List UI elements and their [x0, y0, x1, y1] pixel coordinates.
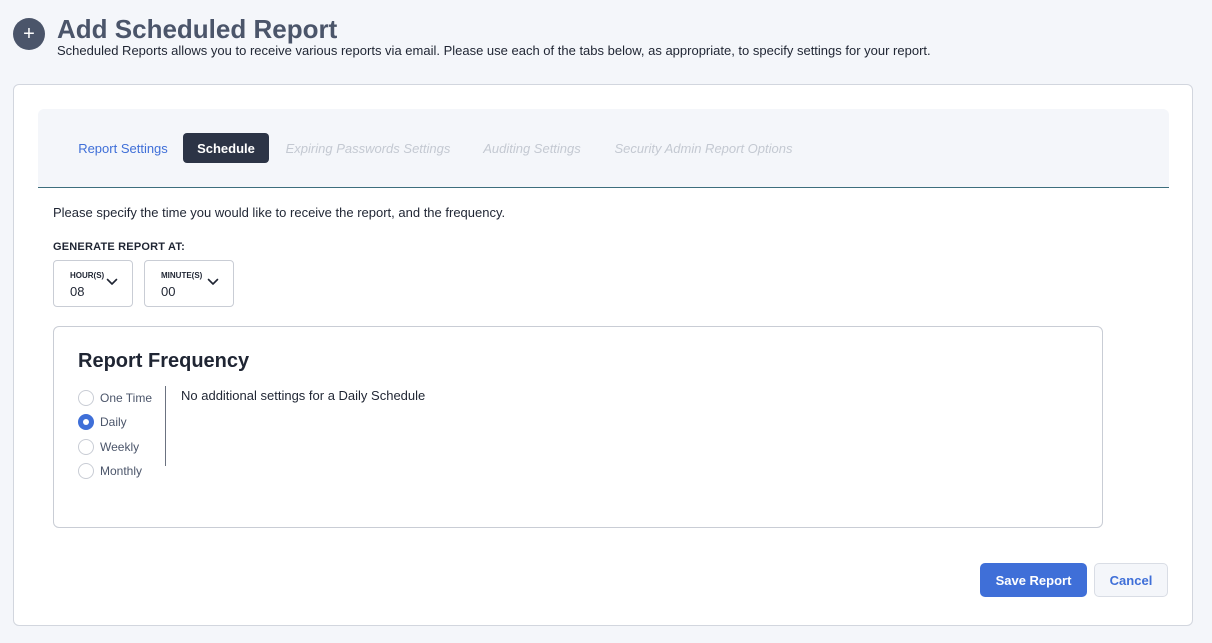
page-header: + Add Scheduled Report Scheduled Reports… — [13, 14, 1193, 64]
minute-select-value: 00 — [161, 284, 176, 299]
chevron-down-icon — [207, 278, 219, 285]
minute-select[interactable]: MINUTE(S) 00 — [144, 260, 234, 307]
frequency-note: No additional settings for a Daily Sched… — [181, 388, 426, 403]
hour-select-value: 08 — [70, 284, 85, 299]
hour-select-label: HOUR(S) — [70, 271, 105, 280]
page-title: Add Scheduled Report — [57, 14, 338, 44]
frequency-divider — [165, 386, 166, 466]
generate-report-label: GENERATE REPORT AT: — [53, 241, 185, 253]
tab-auditing-settings: Auditing Settings — [483, 140, 581, 156]
cancel-button[interactable]: Cancel — [1094, 563, 1168, 597]
report-card: Report Settings Schedule Expiring Passwo… — [13, 84, 1193, 626]
radio-button-checked[interactable] — [78, 414, 94, 430]
tab-security-admin-report-options: Security Admin Report Options — [614, 140, 793, 156]
tab-expiring-passwords-settings: Expiring Passwords Settings — [285, 140, 451, 156]
radio-button[interactable] — [78, 439, 94, 455]
hour-select[interactable]: HOUR(S) 08 — [53, 260, 133, 307]
minute-select-label: MINUTE(S) — [161, 271, 203, 280]
frequency-option-weekly[interactable]: Weekly — [78, 438, 139, 456]
save-report-button[interactable]: Save Report — [980, 563, 1087, 597]
report-frequency-title: Report Frequency — [78, 350, 250, 372]
report-frequency-panel: Report Frequency One Time Daily Weekly M… — [53, 326, 1103, 528]
frequency-option-one-time[interactable]: One Time — [78, 389, 152, 407]
frequency-option-daily[interactable]: Daily — [78, 413, 127, 431]
frequency-option-label: Daily — [100, 415, 127, 429]
radio-button[interactable] — [78, 390, 94, 406]
frequency-option-label: Monthly — [100, 464, 143, 478]
tabs-bar: Report Settings Schedule Expiring Passwo… — [38, 109, 1169, 188]
tab-report-settings[interactable]: Report Settings — [77, 133, 169, 163]
schedule-instructions: Please specify the time you would like t… — [53, 205, 506, 220]
page-subtitle: Scheduled Reports allows you to receive … — [57, 43, 931, 58]
plus-icon: + — [13, 18, 45, 50]
frequency-option-label: Weekly — [100, 440, 140, 454]
chevron-down-icon — [106, 278, 118, 285]
frequency-option-monthly[interactable]: Monthly — [78, 462, 142, 480]
tab-schedule[interactable]: Schedule — [183, 133, 269, 163]
radio-button[interactable] — [78, 463, 94, 479]
frequency-option-label: One Time — [100, 391, 153, 405]
